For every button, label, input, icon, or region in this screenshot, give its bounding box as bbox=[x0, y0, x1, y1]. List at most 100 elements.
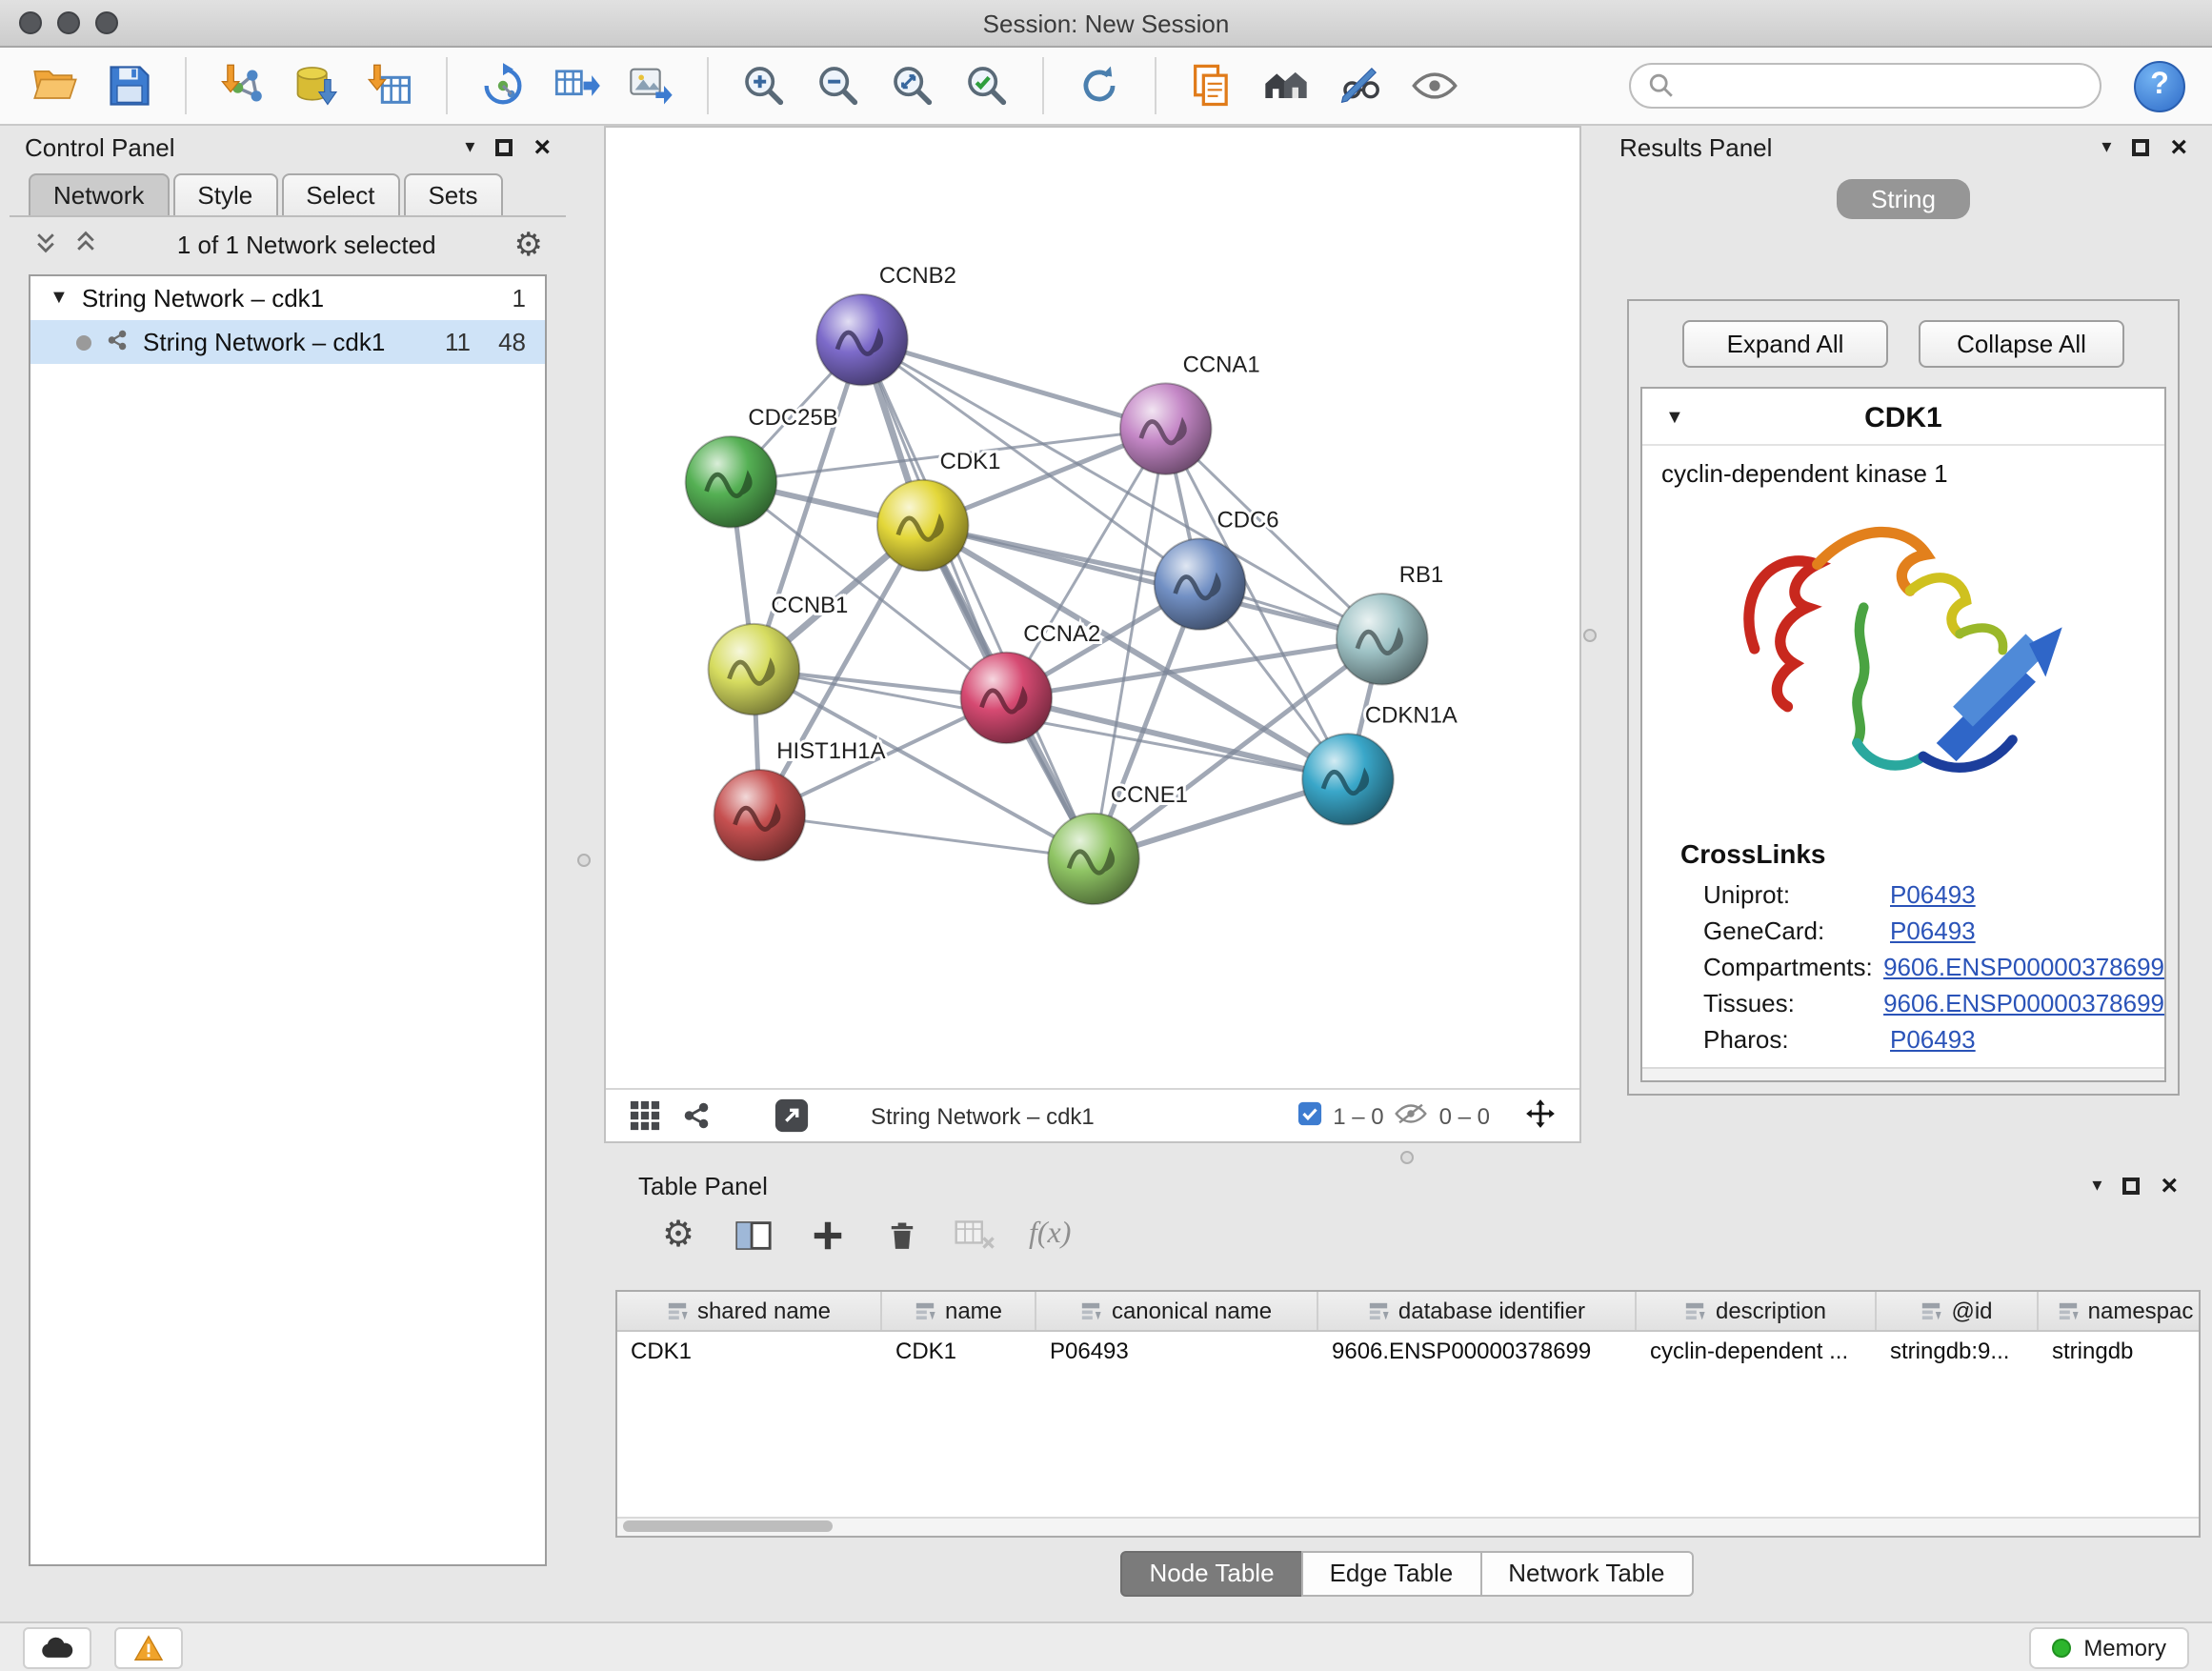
crosslink-link[interactable]: P06493 bbox=[1890, 1025, 1976, 1054]
network-tree: ▼ String Network – cdk1 1 String Network… bbox=[29, 274, 547, 1566]
window-zoom-button[interactable] bbox=[95, 11, 118, 34]
tab-style[interactable]: Style bbox=[172, 173, 277, 217]
window-minimize-button[interactable] bbox=[57, 11, 80, 34]
network-node-hist1h1a[interactable] bbox=[714, 770, 806, 860]
column-header--id[interactable]: @id bbox=[1877, 1292, 2039, 1330]
options-gear-icon[interactable]: ⚙ bbox=[514, 228, 544, 260]
memory-button[interactable]: Memory bbox=[2028, 1626, 2189, 1668]
network-edge[interactable] bbox=[862, 340, 1166, 429]
network-edge[interactable] bbox=[862, 340, 1094, 859]
horizontal-splitter-handle[interactable] bbox=[1400, 1151, 1414, 1164]
network-node-rb1[interactable] bbox=[1337, 594, 1428, 684]
new-network-from-table-button[interactable] bbox=[549, 57, 606, 114]
cloud-status-button[interactable] bbox=[23, 1626, 91, 1668]
network-collection-row[interactable]: ▼ String Network – cdk1 1 bbox=[30, 276, 545, 320]
delete-column-trash-icon[interactable] bbox=[880, 1215, 922, 1257]
network-node-cdc25b[interactable] bbox=[686, 436, 777, 527]
network-node-cdk1[interactable] bbox=[877, 480, 969, 571]
delete-table-icon[interactable] bbox=[955, 1215, 996, 1257]
crosslink-link[interactable]: P06493 bbox=[1890, 880, 1976, 909]
column-header-description[interactable]: description bbox=[1637, 1292, 1877, 1330]
expand-all-tree-icon[interactable] bbox=[32, 228, 59, 260]
export-network-icon[interactable] bbox=[774, 1097, 810, 1134]
network-share-icon[interactable] bbox=[680, 1099, 713, 1132]
network-row[interactable]: String Network – cdk1 11 48 bbox=[30, 320, 545, 364]
tab-string[interactable]: String bbox=[1837, 179, 1970, 219]
import-network-from-database-button[interactable] bbox=[288, 57, 345, 114]
panel-float-icon[interactable] bbox=[2122, 1178, 2140, 1196]
panel-menu-icon[interactable]: ▾ bbox=[2101, 136, 2111, 157]
column-header-namespac[interactable]: namespac bbox=[2039, 1292, 2201, 1330]
network-node-ccna2[interactable] bbox=[961, 653, 1053, 743]
hidden-eye-icon[interactable] bbox=[1396, 1100, 1428, 1131]
expand-all-button[interactable]: Expand All bbox=[1682, 320, 1888, 368]
hide-graphics-button[interactable] bbox=[1332, 57, 1389, 114]
results-scrollbar[interactable] bbox=[1642, 1067, 2164, 1080]
zoom-selected-button[interactable] bbox=[958, 57, 1016, 114]
network-node-cdc6[interactable] bbox=[1155, 538, 1246, 629]
network-canvas-svg[interactable]: CCNB2CCNA1CDC25BCDK1CDC6RB1CCNB1CCNA2CDK… bbox=[606, 128, 1579, 1088]
table-horizontal-scrollbar[interactable] bbox=[617, 1517, 2199, 1536]
window-close-button[interactable] bbox=[19, 11, 42, 34]
crosslink-link[interactable]: 9606.ENSP00000378699 bbox=[1883, 953, 2164, 981]
column-header-name[interactable]: name bbox=[882, 1292, 1036, 1330]
panel-close-icon[interactable]: × bbox=[2170, 132, 2187, 161]
zoom-in-button[interactable] bbox=[735, 57, 793, 114]
panel-menu-icon[interactable]: ▾ bbox=[465, 136, 474, 157]
search-input[interactable] bbox=[1686, 70, 2082, 101]
import-network-from-file-button[interactable] bbox=[213, 57, 271, 114]
save-session-button[interactable] bbox=[101, 57, 158, 114]
crosslink-link[interactable]: 9606.ENSP00000378699 bbox=[1883, 989, 2164, 1017]
zoom-out-button[interactable] bbox=[810, 57, 867, 114]
duplicate-document-button[interactable] bbox=[1183, 57, 1240, 114]
network-edge[interactable] bbox=[923, 526, 1382, 639]
network-node-ccna1[interactable] bbox=[1120, 383, 1212, 473]
pan-crosshair-icon[interactable] bbox=[1524, 1097, 1557, 1135]
panel-menu-icon[interactable]: ▾ bbox=[2092, 1177, 2101, 1198]
column-header-canonical-name[interactable]: canonical name bbox=[1036, 1292, 1318, 1330]
help-button[interactable]: ? bbox=[2134, 60, 2185, 111]
tab-network[interactable]: Network bbox=[29, 173, 169, 217]
refresh-layout-button[interactable] bbox=[1071, 57, 1128, 114]
import-table-from-file-button[interactable] bbox=[362, 57, 419, 114]
collapse-all-button[interactable]: Collapse All bbox=[1919, 320, 2124, 368]
disclosure-triangle-icon[interactable]: ▼ bbox=[50, 288, 69, 309]
export-image-button[interactable] bbox=[623, 57, 680, 114]
tab-select[interactable]: Select bbox=[281, 173, 399, 217]
panel-close-icon[interactable]: × bbox=[533, 132, 551, 161]
vertical-splitter-handle[interactable] bbox=[577, 854, 591, 867]
function-builder-icon[interactable]: f(x) bbox=[1029, 1218, 1071, 1253]
gene-section-header[interactable]: ▼ CDK1 bbox=[1642, 389, 2164, 446]
open-session-button[interactable] bbox=[27, 57, 84, 114]
collapse-all-tree-icon[interactable] bbox=[72, 228, 99, 260]
selected-checkbox-icon[interactable] bbox=[1297, 1100, 1321, 1131]
table-row[interactable]: CDK1CDK1P064939606.ENSP00000378699cyclin… bbox=[617, 1332, 2199, 1368]
disclosure-triangle-icon[interactable]: ▼ bbox=[1665, 408, 1684, 429]
scrollbar-thumb[interactable] bbox=[623, 1520, 833, 1532]
birds-eye-view-icon[interactable] bbox=[629, 1099, 661, 1132]
show-graphics-button[interactable] bbox=[1406, 57, 1463, 114]
tab-network-table[interactable]: Network Table bbox=[1479, 1551, 1693, 1597]
vertical-splitter-handle[interactable] bbox=[1583, 629, 1597, 642]
network-edge[interactable] bbox=[759, 815, 1094, 859]
panel-float-icon[interactable] bbox=[2132, 138, 2149, 155]
add-column-icon[interactable] bbox=[806, 1215, 848, 1257]
network-node-cdkn1a[interactable] bbox=[1302, 734, 1394, 824]
crosslink-link[interactable]: P06493 bbox=[1890, 916, 1976, 945]
tab-node-table[interactable]: Node Table bbox=[1120, 1551, 1302, 1597]
panel-close-icon[interactable]: × bbox=[2161, 1173, 2178, 1201]
column-header-database-identifier[interactable]: database identifier bbox=[1318, 1292, 1637, 1330]
warnings-button[interactable] bbox=[114, 1626, 183, 1668]
column-header-shared-name[interactable]: shared name bbox=[617, 1292, 882, 1330]
panel-float-icon[interactable] bbox=[495, 138, 513, 155]
table-settings-gear-icon[interactable]: ⚙ bbox=[657, 1215, 699, 1257]
tab-edge-table[interactable]: Edge Table bbox=[1301, 1551, 1482, 1597]
show-columns-icon[interactable] bbox=[732, 1215, 774, 1257]
new-network-button[interactable] bbox=[474, 57, 532, 114]
string-home-button[interactable] bbox=[1257, 57, 1315, 114]
network-node-ccnb1[interactable] bbox=[709, 624, 800, 715]
network-node-ccnb2[interactable] bbox=[816, 294, 908, 385]
network-node-ccne1[interactable] bbox=[1048, 814, 1139, 904]
zoom-fit-button[interactable] bbox=[884, 57, 941, 114]
tab-sets[interactable]: Sets bbox=[403, 173, 502, 217]
